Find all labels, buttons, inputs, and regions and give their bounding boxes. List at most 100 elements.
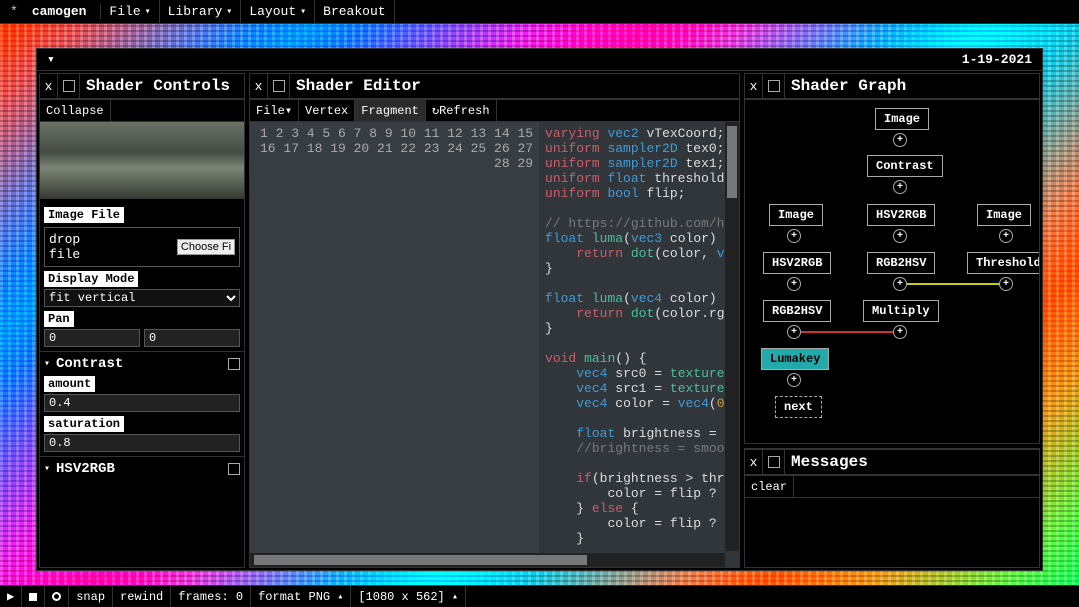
graph-port[interactable] (999, 229, 1013, 243)
graph-node-lumakey[interactable]: Lumakey (761, 348, 829, 370)
graph-node-rgb2hsv[interactable]: RGB2HSV (763, 300, 831, 322)
chevron-down-icon[interactable]: ▾ (44, 463, 50, 475)
line-gutter: 1 2 3 4 5 6 7 8 9 10 11 12 13 14 15 16 1… (250, 122, 539, 567)
snap-button[interactable]: snap (69, 586, 113, 607)
scrollbar-vertical[interactable] (725, 122, 739, 551)
panel-title: Shader Editor (290, 77, 427, 95)
graph-port[interactable] (893, 180, 907, 194)
workspace: ▾ 1-19-2021 x Shader Controls Collapse I… (36, 48, 1043, 571)
rewind-button[interactable]: rewind (113, 586, 171, 607)
collapse-button[interactable]: Collapse (40, 100, 111, 121)
chevron-down-icon: ▾ (145, 6, 151, 18)
close-icon[interactable]: x (745, 74, 763, 98)
pan-label: Pan (44, 311, 74, 327)
menu-file[interactable]: File▾ (101, 0, 159, 23)
panel-shader-controls: x Shader Controls Collapse Image File dr… (39, 73, 245, 568)
drop-zone[interactable]: drop file Choose Fi (44, 227, 240, 267)
graph-port[interactable] (893, 325, 907, 339)
refresh-icon: ↻ (432, 103, 439, 118)
display-mode-select[interactable]: fit vertical (44, 289, 240, 307)
refresh-button[interactable]: ↻ Refresh (426, 100, 497, 121)
graph-node-contrast[interactable]: Contrast (867, 155, 943, 177)
play-button[interactable]: ▶ (0, 586, 22, 607)
editor-file-menu[interactable]: File ▾ (250, 100, 299, 121)
clear-button[interactable]: clear (745, 476, 794, 497)
format-button[interactable]: format PNG ▴ (251, 586, 351, 607)
pan-x-input[interactable] (44, 329, 140, 347)
choose-file-button[interactable]: Choose Fi (177, 239, 235, 255)
graph-port[interactable] (787, 229, 801, 243)
image-file-label: Image File (44, 207, 124, 223)
amount-label: amount (44, 376, 95, 392)
chevron-up-icon: ▴ (452, 591, 458, 603)
workspace-titlebar: ▾ 1-19-2021 (37, 49, 1042, 71)
graph-node-image[interactable]: Image (769, 204, 823, 226)
shader-graph-canvas[interactable]: Image Contrast Image HSV2RGB Image HSV2R… (745, 100, 1039, 443)
chevron-down-icon[interactable]: ▾ (37, 52, 65, 67)
graph-port[interactable] (787, 277, 801, 291)
stop-button[interactable] (22, 586, 45, 607)
messages-body (745, 498, 1039, 567)
close-icon[interactable]: x (250, 74, 268, 98)
panel-shader-editor: x Shader Editor File ▾ Vertex Fragment ↻… (249, 73, 740, 568)
amount-input[interactable] (44, 394, 240, 412)
display-mode-label: Display Mode (44, 271, 138, 287)
panel-checkbox[interactable] (58, 74, 80, 98)
panel-shader-graph: x Shader Graph Image Contrast Image HSV2… (744, 73, 1040, 444)
panel-checkbox[interactable] (763, 450, 785, 474)
scrollbar-horizontal[interactable] (250, 553, 725, 567)
graph-port[interactable] (893, 133, 907, 147)
tab-vertex[interactable]: Vertex (299, 100, 355, 121)
graph-node-rgb2hsv[interactable]: RGB2HSV (867, 252, 935, 274)
graph-port[interactable] (787, 373, 801, 387)
app-brand: camogen (28, 4, 102, 19)
panel-messages: x Messages clear (744, 448, 1040, 568)
code-area[interactable]: varying vec2 vTexCoord; uniform sampler2… (539, 122, 739, 567)
panel-title: Shader Graph (785, 77, 912, 95)
bottom-toolbar: ▶ snap rewind frames: 0 format PNG ▴ [10… (0, 585, 1079, 607)
graph-node-hsv2rgb[interactable]: HSV2RGB (867, 204, 935, 226)
saturation-input[interactable] (44, 434, 240, 452)
contrast-checkbox[interactable] (228, 358, 240, 370)
menu-library[interactable]: Library▾ (160, 0, 242, 23)
graph-node-threshold[interactable]: Threshold (967, 252, 1039, 274)
frames-display: frames: 0 (171, 586, 251, 607)
play-icon: ▶ (7, 589, 14, 604)
saturation-label: saturation (44, 416, 124, 432)
tab-fragment[interactable]: Fragment (355, 100, 426, 121)
close-icon[interactable]: x (40, 74, 58, 98)
asterisk-icon: * (0, 4, 28, 19)
code-editor[interactable]: 1 2 3 4 5 6 7 8 9 10 11 12 13 14 15 16 1… (250, 122, 739, 567)
record-button[interactable] (45, 586, 69, 607)
stop-icon (29, 593, 37, 601)
menu-layout[interactable]: Layout▾ (241, 0, 315, 23)
top-menubar: * camogen File▾ Library▾ Layout▾ Breakou… (0, 0, 1079, 24)
hsv-checkbox[interactable] (228, 463, 240, 475)
graph-edge (907, 283, 999, 285)
close-icon[interactable]: x (745, 450, 763, 474)
contrast-title: Contrast (56, 356, 123, 372)
dimensions-display[interactable]: [1080 x 562] ▴ (351, 586, 466, 607)
pan-y-input[interactable] (144, 329, 240, 347)
chevron-up-icon: ▴ (337, 591, 343, 603)
panel-checkbox[interactable] (268, 74, 290, 98)
graph-node-multiply[interactable]: Multiply (863, 300, 939, 322)
graph-edge (801, 331, 893, 333)
graph-port[interactable] (999, 277, 1013, 291)
record-icon (52, 592, 61, 601)
menu-breakout[interactable]: Breakout (315, 0, 394, 23)
graph-node-image[interactable]: Image (875, 108, 929, 130)
graph-port[interactable] (893, 277, 907, 291)
graph-node-next[interactable]: next (775, 396, 822, 418)
graph-port[interactable] (893, 229, 907, 243)
graph-port[interactable] (787, 325, 801, 339)
panel-title: Messages (785, 453, 874, 471)
workspace-date: 1-19-2021 (952, 52, 1042, 67)
hsv-title: HSV2RGB (56, 461, 115, 477)
panel-checkbox[interactable] (763, 74, 785, 98)
graph-node-image[interactable]: Image (977, 204, 1031, 226)
image-thumbnail (40, 122, 244, 198)
graph-node-hsv2rgb[interactable]: HSV2RGB (763, 252, 831, 274)
panel-title: Shader Controls (80, 77, 236, 95)
chevron-down-icon[interactable]: ▾ (44, 358, 50, 370)
